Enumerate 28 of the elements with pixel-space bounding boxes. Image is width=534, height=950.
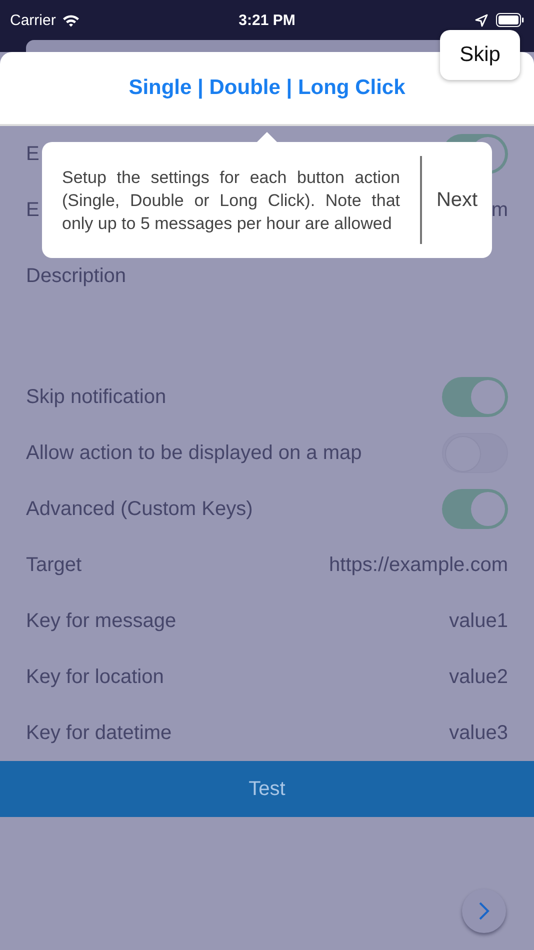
battery-icon (496, 13, 524, 27)
carrier-label: Carrier (10, 12, 56, 28)
setting-label: E (26, 198, 40, 222)
setting-value: https://example.com (329, 554, 508, 576)
setting-label: Key for message (26, 610, 176, 632)
setting-value: m (491, 198, 508, 222)
next-page-button[interactable] (462, 889, 506, 933)
chevron-right-icon (478, 901, 490, 921)
location-arrow-icon (475, 14, 488, 26)
action-tabs-title[interactable]: Single | Double | Long Click (128, 76, 406, 100)
setting-value: value2 (449, 666, 508, 688)
setting-value: value3 (449, 722, 508, 744)
setting-label: Allow action to be displayed on a map (26, 442, 362, 464)
setting-label: Advanced (Custom Keys) (26, 498, 253, 520)
next-button[interactable]: Next (422, 188, 492, 212)
field-label: Description (26, 265, 126, 288)
toggle-switch[interactable] (442, 377, 508, 417)
wifi-icon (62, 14, 80, 26)
clock-time: 3:21 PM (238, 12, 296, 28)
setting-value: value1 (449, 610, 508, 632)
setting-label: Target (26, 554, 82, 576)
setting-label: Key for location (26, 666, 164, 688)
setting-label: Skip notification (26, 386, 166, 408)
tooltip-text: Setup the settings for each button action (Single, Double or Long Click). Note that only up to 5 messages per hour are allowed (62, 166, 400, 234)
setting-label: Key for datetime (26, 722, 172, 744)
skip-button[interactable]: Skip (440, 30, 520, 80)
toggle-switch[interactable] (442, 489, 508, 529)
setting-label: E (26, 142, 40, 166)
